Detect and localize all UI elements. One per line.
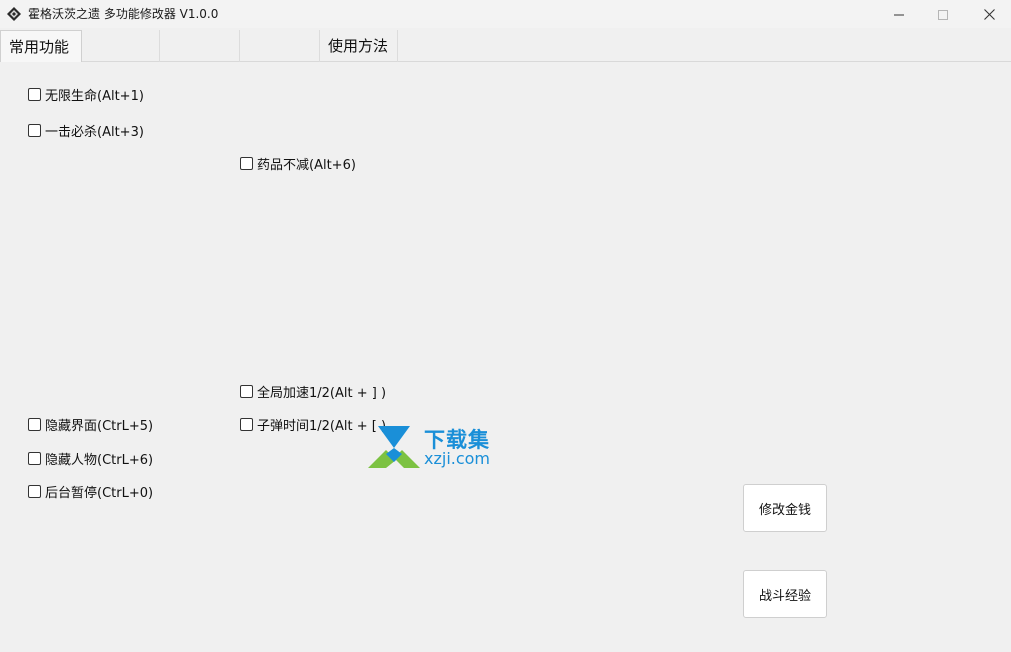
option-hide-character[interactable]: 隐藏人物(CtrL+6)	[28, 449, 154, 468]
tab-usage-instructions[interactable]: 使用方法	[320, 30, 398, 62]
option-infinite-health[interactable]: 无限生命(Alt+1)	[28, 85, 144, 104]
tab-blank-3[interactable]	[240, 30, 320, 62]
checkbox[interactable]	[240, 156, 253, 170]
close-icon	[983, 5, 995, 24]
close-button[interactable]	[966, 0, 1011, 28]
watermark-domain: xzji.com	[424, 449, 491, 468]
option-one-hit-kill[interactable]: 一击必杀(Alt+3)	[28, 121, 144, 140]
maximize-button[interactable]	[920, 0, 966, 28]
battle-experience-button[interactable]: 战斗经验	[743, 570, 827, 618]
minimize-icon	[894, 5, 904, 24]
window-title: 霍格沃茨之遗 多功能修改器 V1.0.0	[28, 7, 219, 21]
option-label: 药品不减(Alt+6)	[257, 157, 356, 173]
title-bar: 霍格沃茨之遗 多功能修改器 V1.0.0	[0, 0, 1011, 28]
checkbox[interactable]	[28, 484, 41, 498]
tab-blank-1[interactable]	[82, 30, 160, 62]
minimize-button[interactable]	[876, 0, 922, 28]
app-icon	[6, 6, 22, 22]
checkbox[interactable]	[28, 87, 41, 101]
option-potions-not-consumed[interactable]: 药品不减(Alt+6)	[240, 154, 356, 173]
option-label: 隐藏界面(CtrL+5)	[45, 418, 154, 434]
checkbox[interactable]	[28, 123, 41, 137]
option-label: 一击必杀(Alt+3)	[45, 124, 144, 140]
checkbox[interactable]	[28, 417, 41, 431]
checkbox[interactable]	[240, 417, 253, 431]
download-arrow-logo-icon	[366, 424, 426, 470]
option-background-pause[interactable]: 后台暂停(CtrL+0)	[28, 482, 154, 501]
tab-bar: 常用功能 使用方法	[0, 30, 1011, 62]
option-bullet-time[interactable]: 子弹时间1/2(Alt + [ )	[240, 415, 386, 434]
checkbox[interactable]	[240, 384, 253, 398]
option-label: 后台暂停(CtrL+0)	[45, 485, 154, 501]
watermark: 下载集 xzji.com	[366, 424, 511, 472]
app-window: 霍格沃茨之遗 多功能修改器 V1.0.0 常用功能 使用方法 无限生命(Alt+…	[0, 0, 1011, 652]
option-label: 无限生命(Alt+1)	[45, 88, 144, 104]
modify-money-button[interactable]: 修改金钱	[743, 484, 827, 532]
option-global-speed[interactable]: 全局加速1/2(Alt + ] )	[240, 382, 387, 401]
option-label: 隐藏人物(CtrL+6)	[45, 452, 154, 468]
checkbox[interactable]	[28, 451, 41, 465]
maximize-icon	[938, 5, 948, 24]
tab-common-functions[interactable]: 常用功能	[0, 30, 82, 62]
option-hide-ui[interactable]: 隐藏界面(CtrL+5)	[28, 415, 154, 434]
option-label: 全局加速1/2(Alt + ] )	[257, 385, 387, 401]
tab-blank-2[interactable]	[160, 30, 240, 62]
